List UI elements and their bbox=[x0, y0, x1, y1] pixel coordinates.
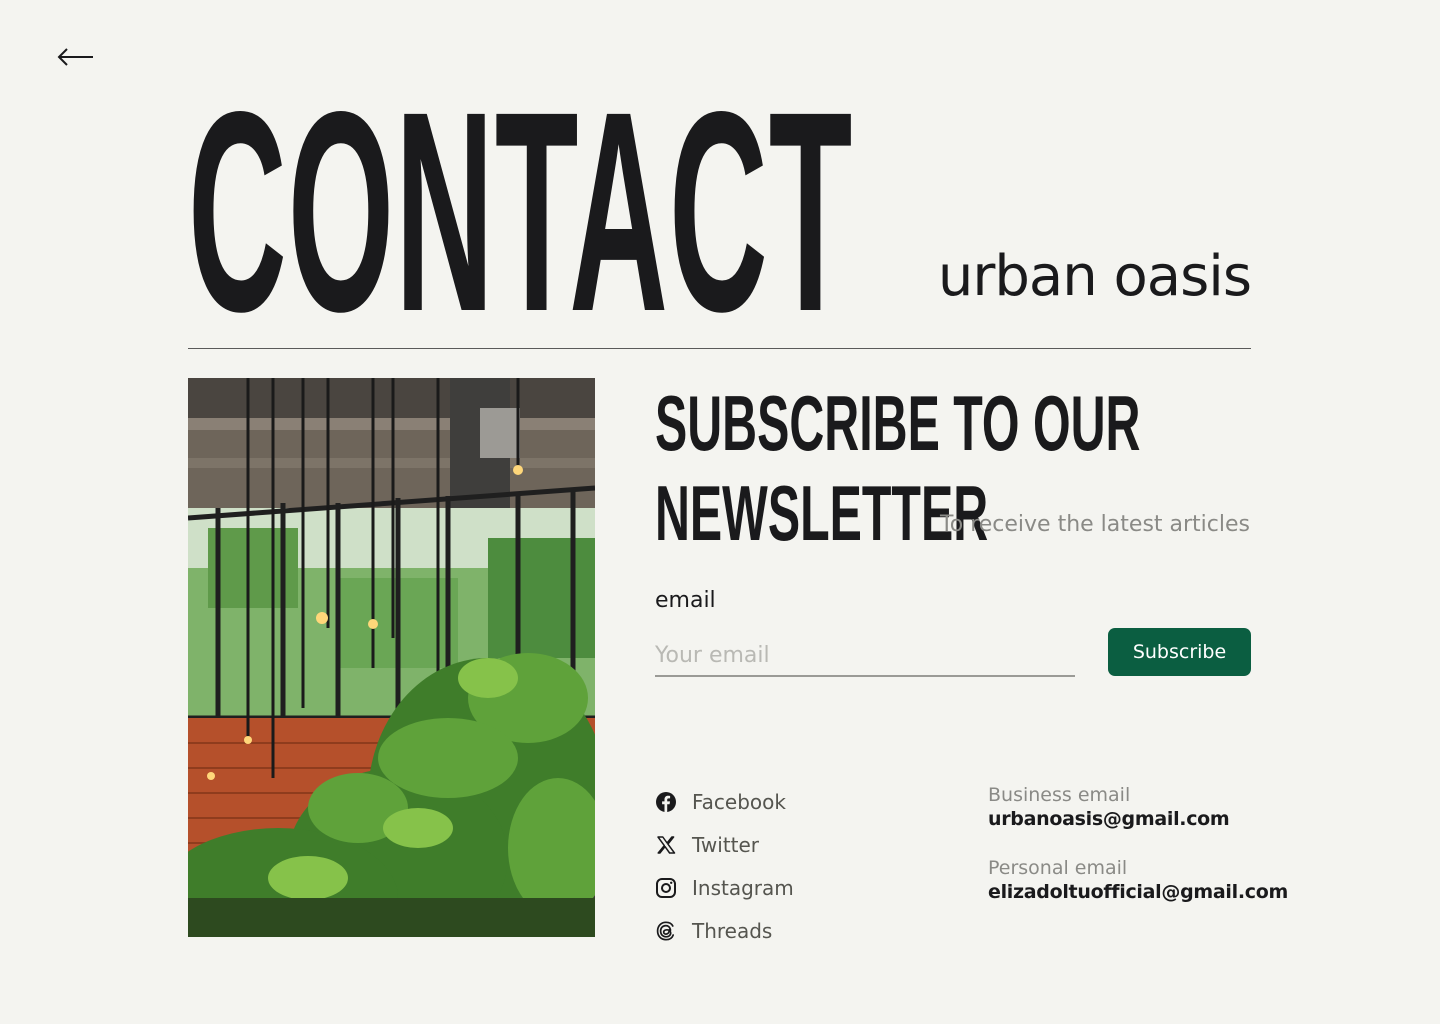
contact-emails: Business email urbanoasis@gmail.com Pers… bbox=[988, 783, 1288, 904]
social-link-facebook[interactable]: Facebook bbox=[655, 780, 955, 823]
business-email-label: Business email bbox=[988, 784, 1131, 806]
facebook-icon bbox=[655, 791, 677, 813]
social-label: Facebook bbox=[692, 789, 786, 814]
social-link-instagram[interactable]: Instagram bbox=[655, 866, 955, 909]
newsletter-heading-line1: SUBSCRIBE TO OUR bbox=[655, 379, 1141, 467]
social-link-twitter[interactable]: Twitter bbox=[655, 823, 955, 866]
arrow-left-icon bbox=[57, 48, 93, 66]
business-email-block: Business email urbanoasis@gmail.com bbox=[988, 783, 1251, 831]
x-twitter-icon bbox=[655, 834, 677, 856]
personal-email-label: Personal email bbox=[988, 857, 1128, 879]
divider bbox=[188, 348, 1251, 349]
page-title: CONTACT bbox=[188, 53, 854, 371]
personal-email-block: Personal email elizadoltuofficial@gmail.… bbox=[988, 856, 1288, 904]
social-label: Threads bbox=[692, 918, 773, 943]
email-input[interactable] bbox=[655, 636, 1075, 677]
brand-subtitle: urban oasis bbox=[937, 244, 1252, 309]
plant-cafe-photo bbox=[188, 378, 595, 937]
social-label: Instagram bbox=[692, 875, 794, 900]
instagram-icon bbox=[655, 877, 677, 899]
back-button[interactable] bbox=[56, 44, 96, 70]
business-email-link[interactable]: urbanoasis@gmail.com bbox=[988, 807, 1251, 831]
social-links: Facebook Twitter Instagram Threads bbox=[655, 780, 955, 952]
subscribe-button[interactable]: Subscribe bbox=[1108, 628, 1251, 676]
email-label: email bbox=[655, 588, 716, 613]
threads-icon bbox=[655, 920, 677, 942]
personal-email-link[interactable]: elizadoltuofficial@gmail.com bbox=[988, 880, 1288, 904]
newsletter-tagline: To receive the latest articles bbox=[940, 512, 1250, 537]
hero: CONTACT urban oasis bbox=[188, 70, 1252, 355]
social-link-threads[interactable]: Threads bbox=[655, 909, 955, 952]
social-label: Twitter bbox=[692, 832, 760, 857]
